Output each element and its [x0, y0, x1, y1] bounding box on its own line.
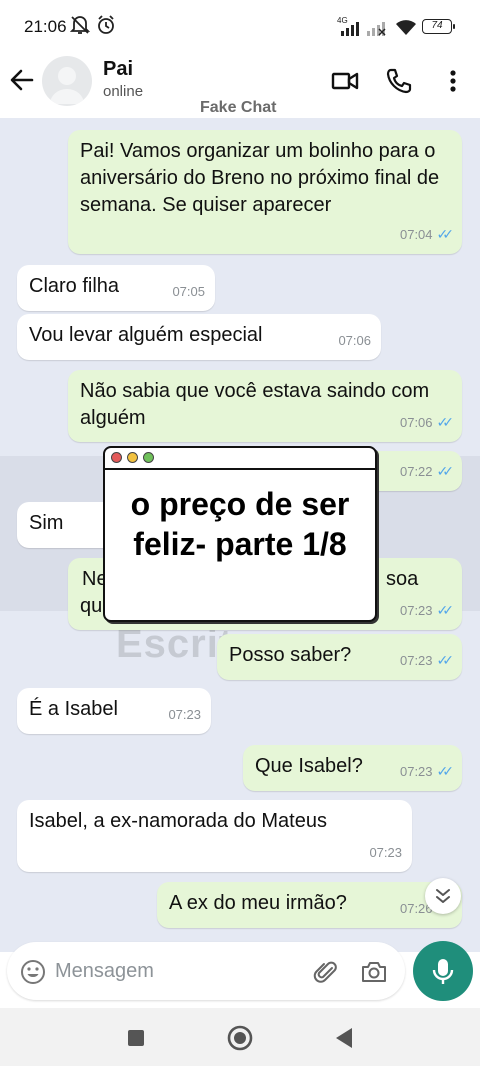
battery-indicator: 74 — [422, 19, 455, 34]
chevron-double-down-icon — [436, 889, 450, 903]
message-incoming[interactable]: Claro filha 07:05 — [17, 265, 215, 311]
status-time: 21:06 — [24, 17, 67, 36]
back-arrow-icon[interactable] — [8, 66, 36, 94]
message-time: 07:23 — [168, 707, 201, 722]
message-outgoing[interactable]: Pai! Vamos organizar um bolinho para o a… — [68, 130, 462, 254]
read-ticks-icon: ✓✓ — [436, 226, 455, 242]
message-text-line2: qu — [80, 595, 103, 617]
avatar[interactable] — [42, 56, 92, 106]
signal-icon — [340, 20, 364, 41]
message-incoming[interactable]: É a Isabel 07:23 — [17, 688, 211, 734]
contact-name[interactable]: Pai — [103, 58, 133, 81]
message-time: 07:04 — [399, 227, 433, 242]
title-overlay-card: o preço de ser feliz- parte 1/8 — [103, 446, 377, 622]
overlay-title: o preço de ser feliz- parte 1/8 — [130, 486, 350, 562]
wifi-icon — [394, 17, 418, 42]
message-time: 07:06 — [338, 333, 371, 348]
contact-status: online — [103, 83, 144, 100]
phone-icon[interactable] — [384, 66, 414, 96]
message-input[interactable]: Mensagem — [55, 960, 154, 983]
message-incoming[interactable]: Isabel, a ex-namorada do Mateus 07:23 — [17, 800, 412, 872]
close-dot-icon — [111, 452, 122, 463]
home-icon[interactable] — [227, 1025, 253, 1056]
message-text: Posso saber? — [229, 644, 352, 666]
message-time: 07:23 — [399, 603, 433, 618]
message-time: 07:05 — [172, 284, 205, 299]
card-titlebar — [105, 448, 375, 470]
mic-icon — [432, 959, 454, 984]
message-time: 07:23 — [369, 845, 402, 860]
maximize-dot-icon — [143, 452, 154, 463]
alarm-icon — [96, 14, 116, 41]
message-text-end: soa — [386, 568, 419, 590]
message-outgoing[interactable]: A ex do meu irmão? 07:26✓✓ — [157, 882, 462, 928]
message-outgoing[interactable]: Que Isabel? 07:23 ✓✓ — [243, 745, 462, 791]
message-text: Sim — [29, 512, 64, 534]
back-nav-icon[interactable] — [334, 1026, 354, 1055]
message-time: 07:23 — [399, 653, 433, 668]
message-text: Isabel, a ex-namorada do Mateus — [29, 810, 327, 832]
message-text: Que Isabel? — [255, 755, 363, 777]
message-text: Pai! Vamos organizar um bolinho para o a… — [80, 140, 440, 216]
camera-icon[interactable] — [360, 959, 388, 990]
message-text: Não sabia que você estava saindo com alg… — [80, 380, 430, 429]
read-ticks-icon: ✓✓ — [436, 602, 455, 618]
message-text: Vou levar alguém especial — [29, 324, 263, 346]
video-call-icon[interactable] — [330, 66, 360, 96]
read-ticks-icon: ✓✓ — [436, 463, 455, 479]
muted-notifications-icon — [69, 14, 91, 41]
status-bar: 21:06 4G 74 — [0, 0, 480, 52]
read-ticks-icon: ✓✓ — [436, 652, 455, 668]
read-ticks-icon: ✓✓ — [436, 414, 455, 430]
emoji-icon[interactable] — [20, 959, 46, 990]
message-time: 07:22 — [399, 464, 433, 479]
message-outgoing[interactable]: Não sabia que você estava saindo com alg… — [68, 370, 462, 442]
message-outgoing[interactable]: Posso saber? 07:23 ✓✓ — [217, 634, 462, 680]
message-text: A ex do meu irmão? — [169, 892, 347, 914]
more-vert-icon[interactable] — [438, 66, 468, 96]
signal-2-icon — [366, 20, 390, 41]
scroll-to-bottom-button[interactable] — [425, 878, 461, 914]
chat-header: Pai online Fake Chat — [0, 52, 480, 118]
message-time: 07:06 — [399, 415, 433, 430]
message-input-bar[interactable]: Mensagem — [7, 942, 405, 1000]
read-ticks-icon: ✓✓ — [436, 763, 455, 779]
fake-chat-watermark: Fake Chat — [200, 99, 277, 116]
mic-button[interactable] — [413, 941, 473, 1001]
message-incoming[interactable]: Vou levar alguém especial 07:06 — [17, 314, 381, 360]
attach-icon[interactable] — [313, 959, 339, 990]
system-nav-bar — [0, 1008, 480, 1066]
minimize-dot-icon — [127, 452, 138, 463]
message-text: Claro filha — [29, 275, 120, 297]
message-text: É a Isabel — [29, 698, 118, 720]
message-time: 07:23 — [399, 764, 433, 779]
recents-icon[interactable] — [126, 1028, 146, 1053]
